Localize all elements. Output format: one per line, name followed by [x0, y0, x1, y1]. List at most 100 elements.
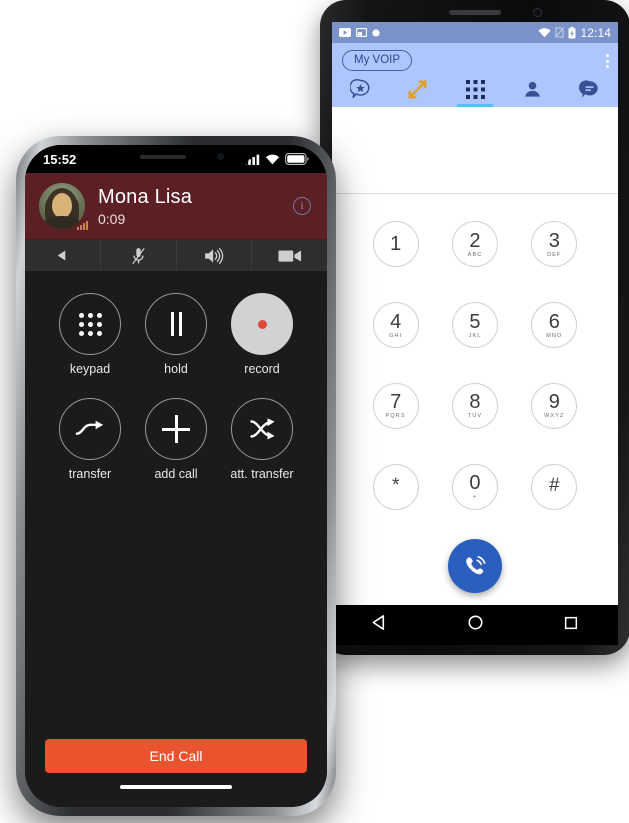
dial-key-3[interactable]: 3 DEF [531, 221, 578, 268]
nav-recents-button[interactable] [563, 615, 579, 636]
ios-call-header: Mona Lisa 0:09 i [25, 173, 327, 239]
control-transfer[interactable]: transfer [47, 398, 133, 481]
overflow-menu-icon[interactable] [606, 54, 609, 68]
account-chip[interactable]: My VOIP [342, 50, 413, 71]
youtube-icon [339, 28, 351, 37]
record-dot-icon [257, 319, 267, 329]
triangle-back-icon [372, 615, 385, 630]
mic-muted-icon [131, 247, 145, 264]
call-duration: 0:09 [98, 210, 126, 227]
dial-key-digit: * [391, 475, 400, 497]
dial-key-digit: 3 [548, 229, 560, 252]
dial-key-4[interactable]: 4 GHI [372, 302, 419, 349]
android-nav-bar [332, 605, 618, 645]
dial-key-digit: 0 [469, 472, 481, 495]
dial-key-0[interactable]: 0 + [451, 463, 498, 510]
screenshot-stage: 12:14 My VOIP 1 2 ABC 3 DEF 4 GHI 5 JKL … [0, 0, 629, 823]
dial-key-digit: 7 [390, 391, 402, 414]
ios-call-toolbar [25, 239, 327, 271]
dial-key-8[interactable]: 8 TUV [451, 382, 498, 429]
dial-key-hash[interactable]: # [531, 463, 578, 510]
android-tab-bar [332, 71, 618, 107]
dial-key-digit: 5 [469, 310, 481, 333]
avatar [39, 183, 88, 230]
dial-key-digit: # [549, 475, 560, 497]
control-label: hold [164, 362, 188, 376]
iphone-front-camera [217, 153, 224, 160]
android-phone-device: 12:14 My VOIP 1 2 ABC 3 DEF 4 GHI 5 JKL … [320, 0, 629, 655]
wifi-icon [538, 27, 552, 37]
control-hold[interactable]: hold [133, 293, 219, 376]
dial-key-letters: TUV [467, 413, 483, 420]
dial-input-area[interactable] [332, 107, 618, 193]
dial-key-7[interactable]: 7 PQRS [372, 382, 419, 429]
android-screen: 12:14 My VOIP 1 2 ABC 3 DEF 4 GHI 5 JKL … [332, 22, 618, 645]
control-hold-circle [145, 293, 207, 355]
dial-key-digit: 8 [469, 391, 481, 414]
toolbar-mute-button[interactable] [99, 240, 176, 271]
battery-charging-icon [568, 26, 576, 38]
call-info-text: Mona Lisa 0:09 [98, 186, 192, 227]
call-info-button[interactable]: i [293, 197, 311, 215]
video-camera-icon [278, 250, 301, 262]
dial-key-1[interactable]: 1 [372, 221, 419, 268]
home-indicator [120, 785, 232, 789]
dial-key-9[interactable]: 9 WXYZ [531, 382, 578, 429]
tab-favorites[interactable] [332, 71, 389, 107]
nav-back-button[interactable] [371, 614, 388, 636]
end-call-button[interactable]: End Call [45, 739, 307, 773]
call-control-grid: keypad hold record transfer add call att… [47, 293, 305, 481]
end-call-area: End Call [25, 739, 327, 807]
iphone-earpiece-speaker [140, 155, 186, 159]
toolbar-speaker-button[interactable] [175, 240, 252, 271]
favorites-star-bubble-icon [350, 78, 370, 98]
pause-icon [170, 312, 182, 336]
dial-key-digit: 1 [390, 232, 402, 255]
control-keypad[interactable]: keypad [47, 293, 133, 376]
phone-call-icon [466, 555, 486, 575]
dot-icon [372, 28, 380, 37]
toolbar-video-button[interactable] [251, 240, 327, 271]
control-att-transfer[interactable]: att. transfer [219, 398, 305, 481]
iphone-device: 15:52 Mona Lisa 0:09 i keypad hold recor… [16, 136, 336, 816]
android-front-camera [533, 8, 542, 17]
no-sim-icon [555, 27, 565, 38]
iphone-notch [102, 145, 250, 170]
call-button[interactable] [448, 539, 502, 593]
keypad-icon [78, 312, 102, 336]
tab-messages[interactable] [561, 71, 618, 107]
dial-key-digit: 2 [469, 229, 481, 252]
control-label: transfer [68, 467, 112, 481]
picture-in-picture-icon [356, 28, 367, 37]
ios-clock: 15:52 [43, 151, 77, 167]
dial-key-digit: 6 [548, 310, 560, 333]
android-app-bar: My VOIP [332, 43, 618, 71]
dial-key-letters: WXYZ [544, 413, 565, 420]
toolbar-back-button[interactable] [25, 240, 100, 271]
control-add-call[interactable]: add call [133, 398, 219, 481]
dial-key-letters: MNO [546, 332, 563, 339]
dial-key-letters: GHI [389, 332, 403, 339]
wifi-icon [266, 154, 279, 164]
control-label: add call [154, 467, 198, 481]
nav-home-button[interactable] [467, 614, 484, 636]
attended-transfer-icon [250, 418, 275, 440]
contacts-person-icon [525, 81, 540, 97]
android-clock: 12:14 [580, 25, 611, 40]
control-label: att. transfer [230, 467, 294, 481]
control-att-transfer-circle [231, 398, 293, 460]
dial-key-5[interactable]: 5 JKL [451, 302, 498, 349]
dial-key-2[interactable]: 2 ABC [451, 221, 498, 268]
dial-key-letters: ABC [467, 251, 483, 258]
dial-key-digit: 4 [390, 310, 402, 333]
tab-call-history[interactable] [389, 71, 446, 107]
tab-contacts[interactable] [504, 71, 561, 107]
dial-key-6[interactable]: 6 MNO [531, 302, 578, 349]
circle-home-icon [468, 615, 483, 630]
android-dialpad: 1 2 ABC 3 DEF 4 GHI 5 JKL 6 MNO 7 PQRS 8… [332, 194, 618, 527]
control-record-circle [231, 293, 293, 355]
tab-keypad[interactable] [446, 71, 503, 107]
control-transfer-circle [59, 398, 121, 460]
control-record[interactable]: record [219, 293, 305, 376]
dial-key-star[interactable]: * [372, 463, 419, 510]
